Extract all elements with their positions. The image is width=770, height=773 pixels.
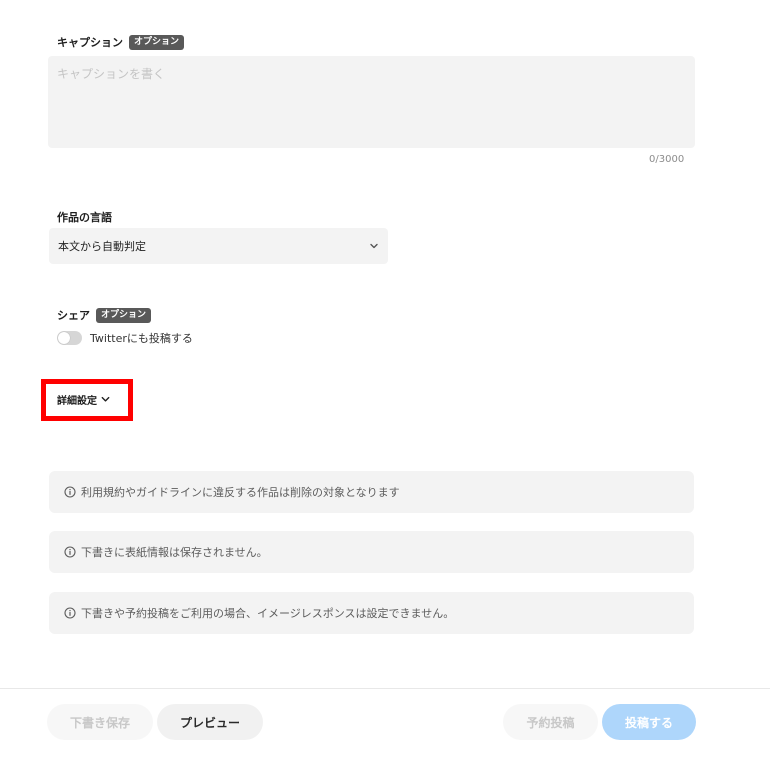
- schedule-post-button[interactable]: 予約投稿: [503, 704, 598, 740]
- caption-optional-badge: オプション: [129, 34, 185, 50]
- chevron-down-icon: [101, 396, 110, 402]
- share-label: シェア: [57, 309, 90, 322]
- share-section-label: シェア オプション: [57, 307, 152, 323]
- notice-text: 利用規約やガイドラインに違反する作品は削除の対象となります: [81, 486, 400, 499]
- info-icon: [64, 607, 76, 619]
- twitter-share-label: Twitterにも投稿する: [90, 332, 193, 345]
- chevron-down-icon: [370, 243, 378, 249]
- draft-save-button[interactable]: 下書き保存: [47, 704, 153, 740]
- twitter-share-row: Twitterにも投稿する: [57, 330, 193, 346]
- advanced-settings-button[interactable]: 詳細設定: [52, 388, 116, 410]
- notice-image-response: 下書きや予約投稿をご利用の場合、イメージレスポンスは設定できません。: [49, 592, 694, 634]
- caption-label: キャプション: [57, 36, 123, 49]
- caption-field-container: [48, 56, 695, 148]
- info-icon: [64, 546, 76, 558]
- notice-draft-cover: 下書きに表紙情報は保存されません。: [49, 531, 694, 573]
- caption-section-label: キャプション オプション: [57, 34, 185, 50]
- language-select[interactable]: 本文から自動判定: [49, 228, 388, 264]
- share-optional-badge: オプション: [96, 307, 152, 323]
- language-section-label: 作品の言語: [57, 209, 112, 225]
- footer-divider: [0, 688, 770, 689]
- notice-text: 下書きや予約投稿をご利用の場合、イメージレスポンスは設定できません。: [81, 607, 455, 620]
- notice-text: 下書きに表紙情報は保存されません。: [81, 546, 268, 559]
- post-button[interactable]: 投稿する: [602, 704, 696, 740]
- language-label: 作品の言語: [57, 211, 112, 224]
- notice-guidelines: 利用規約やガイドラインに違反する作品は削除の対象となります: [49, 471, 694, 513]
- language-selected-value: 本文から自動判定: [58, 240, 146, 253]
- caption-textarea[interactable]: [48, 56, 695, 148]
- info-icon: [64, 486, 76, 498]
- preview-button[interactable]: プレビュー: [157, 704, 263, 740]
- advanced-settings-label: 詳細設定: [57, 395, 97, 407]
- caption-char-counter: 0/3000: [649, 154, 685, 165]
- twitter-share-toggle[interactable]: [57, 331, 82, 345]
